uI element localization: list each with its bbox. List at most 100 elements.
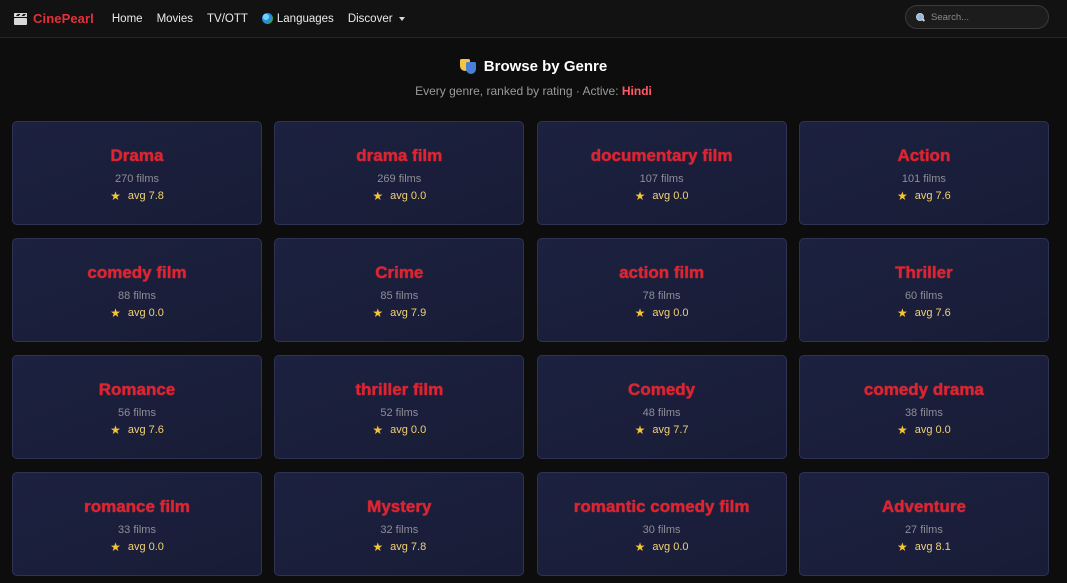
- nav-tv-ott[interactable]: TV/OTT: [207, 13, 248, 25]
- star-icon: ★: [896, 306, 908, 320]
- genre-card[interactable]: thriller film 52 films ★ avg 0.0: [274, 355, 525, 459]
- nav-languages[interactable]: Languages: [261, 12, 334, 25]
- genre-film-count: 107 films: [639, 173, 684, 185]
- star-icon: ★: [110, 189, 121, 203]
- genre-name: Mystery: [367, 497, 432, 516]
- genre-rating-value: avg 0.0: [652, 307, 689, 319]
- genre-name: drama film: [356, 146, 443, 165]
- search-input[interactable]: [931, 11, 1041, 23]
- genre-card[interactable]: Adventure 27 films ★ avg 8.1: [798, 472, 1049, 576]
- star-icon: ★: [372, 306, 384, 320]
- genre-card[interactable]: comedy film 88 films ★ avg 0.0: [12, 238, 262, 342]
- genre-film-count: 60 films: [904, 290, 943, 302]
- star-icon: ★: [634, 540, 646, 554]
- theater-masks-icon: [459, 58, 476, 75]
- genre-film-count: 88 films: [118, 290, 156, 302]
- genre-avg-rating: ★ avg 0.0: [110, 307, 164, 319]
- genre-rating-value: avg 7.6: [914, 307, 951, 319]
- genre-card[interactable]: Action 101 films ★ avg 7.6: [798, 121, 1049, 225]
- genre-name: Adventure: [881, 497, 966, 516]
- genre-name: Crime: [375, 263, 424, 282]
- brand-name[interactable]: CinePearl: [33, 11, 94, 26]
- genre-name: Comedy: [628, 380, 696, 399]
- nav-movies[interactable]: Movies: [157, 13, 193, 25]
- star-icon: ★: [110, 306, 121, 320]
- genre-name: Romance: [98, 380, 176, 399]
- genre-film-count: 32 films: [380, 524, 419, 536]
- star-icon: ★: [896, 423, 908, 437]
- star-icon: ★: [634, 306, 646, 320]
- nav-home[interactable]: Home: [112, 13, 143, 25]
- genre-card[interactable]: Comedy 48 films ★ avg 7.7: [536, 355, 787, 459]
- genre-film-count: 33 films: [118, 524, 156, 536]
- genre-card[interactable]: Thriller 60 films ★ avg 7.6: [798, 238, 1049, 342]
- genre-rating-value: avg 0.0: [390, 424, 427, 436]
- genre-avg-rating: ★ avg 7.6: [897, 307, 951, 319]
- page-title-row: Browse by Genre: [0, 58, 1067, 75]
- genre-avg-rating: ★ avg 0.0: [372, 190, 426, 202]
- genre-card[interactable]: comedy drama 38 films ★ avg 0.0: [798, 355, 1049, 459]
- genre-card[interactable]: documentary film 107 films ★ avg 0.0: [536, 121, 787, 225]
- genre-film-count: 270 films: [114, 173, 160, 185]
- genre-rating-value: avg 0.0: [390, 190, 427, 202]
- genre-avg-rating: ★ avg 7.9: [372, 307, 426, 319]
- genre-name: thriller film: [355, 380, 444, 399]
- genre-card[interactable]: drama film 269 films ★ avg 0.0: [274, 121, 525, 225]
- genre-rating-value: avg 0.0: [127, 307, 164, 319]
- genre-card[interactable]: Romance 56 films ★ avg 7.6: [12, 355, 262, 459]
- genre-avg-rating: ★ avg 7.6: [110, 424, 164, 436]
- genre-avg-rating: ★ avg 7.8: [110, 190, 164, 202]
- genre-rating-value: avg 8.1: [914, 541, 951, 553]
- genre-rating-value: avg 7.6: [127, 424, 164, 436]
- chevron-down-icon: [398, 16, 405, 21]
- genre-card[interactable]: action film 78 films ★ avg 0.0: [536, 238, 787, 342]
- navbar: CinePearl Home Movies TV/OTT Languages D…: [0, 0, 1067, 38]
- genre-card[interactable]: Crime 85 films ★ avg 7.9: [274, 238, 525, 342]
- genre-rating-value: avg 7.8: [390, 541, 427, 553]
- genre-name: Thriller: [895, 263, 953, 282]
- star-icon: ★: [372, 423, 384, 437]
- genre-card[interactable]: Drama 270 films ★ avg 7.8: [12, 121, 262, 225]
- page-subtitle: Every genre, ranked by rating · Active: …: [0, 84, 1067, 98]
- genre-film-count: 56 films: [118, 407, 156, 419]
- genre-rating-value: avg 0.0: [652, 190, 689, 202]
- genre-card[interactable]: romantic comedy film 30 films ★ avg 0.0: [536, 472, 787, 576]
- genre-film-count: 27 films: [904, 524, 943, 536]
- genre-name: action film: [619, 263, 705, 282]
- star-icon: ★: [110, 423, 121, 437]
- genre-avg-rating: ★ avg 0.0: [635, 190, 689, 202]
- subtitle-text: Every genre, ranked by rating · Active:: [415, 84, 622, 98]
- genre-film-count: 101 films: [901, 173, 946, 185]
- genre-avg-rating: ★ avg 0.0: [635, 541, 689, 553]
- genre-rating-value: avg 0.0: [127, 541, 164, 553]
- genre-film-count: 30 films: [642, 524, 681, 536]
- active-language[interactable]: Hindi: [622, 84, 652, 98]
- genre-film-count: 78 films: [642, 290, 681, 302]
- genre-grid: Drama 270 films ★ avg 7.8 drama film 269 fil…: [12, 121, 1049, 576]
- genre-rating-value: avg 7.6: [914, 190, 951, 202]
- nav-languages-label: Languages: [276, 12, 334, 25]
- page-title: Browse by Genre: [483, 58, 608, 75]
- genre-avg-rating: ★ avg 0.0: [635, 307, 689, 319]
- genre-card[interactable]: Mystery 32 films ★ avg 7.8: [274, 472, 525, 576]
- genre-name: documentary film: [590, 146, 733, 165]
- genre-avg-rating: ★ avg 8.1: [897, 541, 951, 553]
- search-box[interactable]: [905, 5, 1049, 29]
- nav-discover-dropdown[interactable]: Discover: [348, 13, 405, 25]
- genre-name: Action: [897, 146, 951, 165]
- genre-card[interactable]: romance film 33 films ★ avg 0.0: [12, 472, 262, 576]
- genre-avg-rating: ★ avg 0.0: [110, 541, 164, 553]
- genre-avg-rating: ★ avg 7.6: [897, 190, 951, 202]
- nav-links: Home Movies TV/OTT Languages Discover: [112, 13, 405, 25]
- page-header: Browse by Genre Every genre, ranked by r…: [0, 58, 1067, 98]
- genre-name: comedy drama: [863, 380, 984, 399]
- star-icon: ★: [634, 423, 646, 437]
- star-icon: ★: [896, 189, 908, 203]
- search-icon: [916, 12, 925, 22]
- brand-logo[interactable]: CinePearl: [14, 11, 94, 26]
- genre-rating-value: avg 0.0: [652, 541, 689, 553]
- genre-film-count: 85 films: [380, 290, 419, 302]
- genre-rating-value: avg 7.8: [127, 190, 164, 202]
- genre-name: Drama: [110, 146, 164, 165]
- nav-discover-label: Discover: [347, 12, 393, 25]
